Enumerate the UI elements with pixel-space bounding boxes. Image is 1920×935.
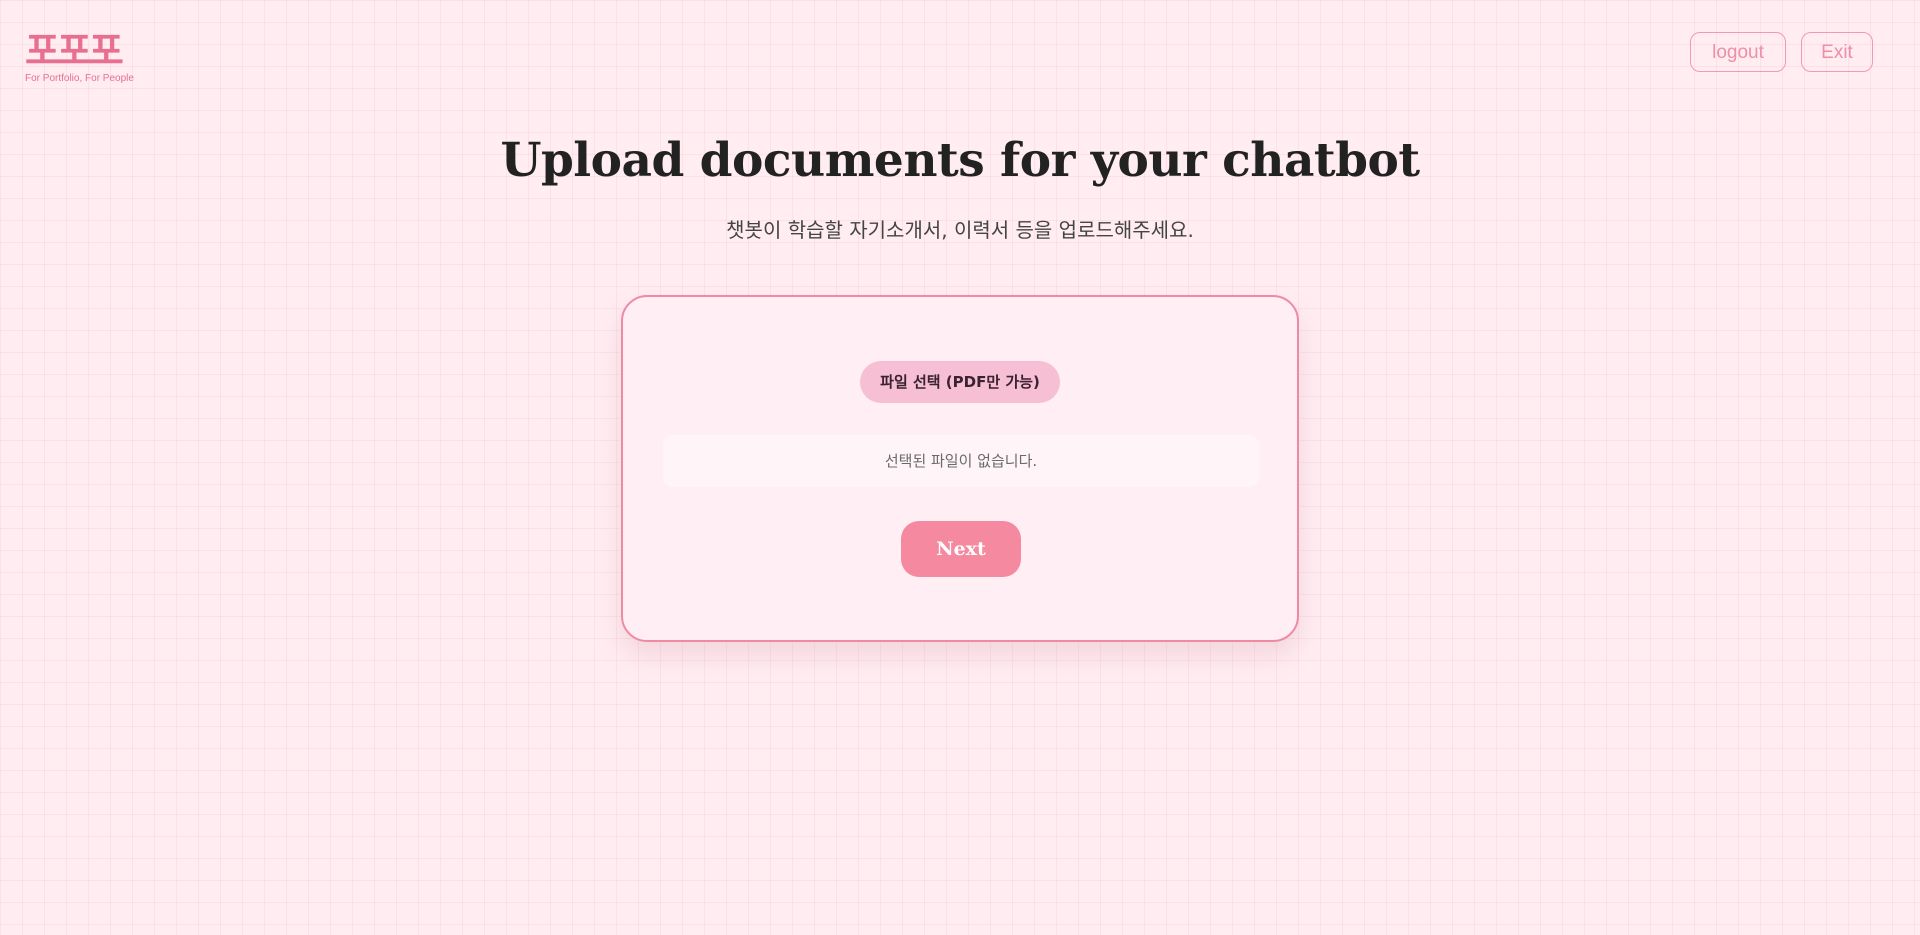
file-status-display: 선택된 파일이 없습니다.: [663, 435, 1259, 487]
exit-button[interactable]: Exit: [1801, 32, 1873, 72]
page-title: Upload documents for your chatbot: [500, 133, 1420, 188]
upload-card: 파일 선택 (PDF만 가능) 선택된 파일이 없습니다. Next: [621, 295, 1299, 642]
file-select-button[interactable]: 파일 선택 (PDF만 가능): [860, 361, 1060, 403]
brand-logo[interactable]: 포포포 For Portfolio, For People: [25, 30, 135, 86]
page-subtitle: 챗봇이 학습할 자기소개서, 이력서 등을 업로드해주세요.: [726, 218, 1194, 242]
next-button[interactable]: Next: [901, 521, 1021, 577]
logo-mark: 포포포: [25, 29, 124, 73]
logo-tagline: For Portfolio, For People: [25, 73, 134, 84]
logout-button[interactable]: logout: [1690, 32, 1786, 72]
